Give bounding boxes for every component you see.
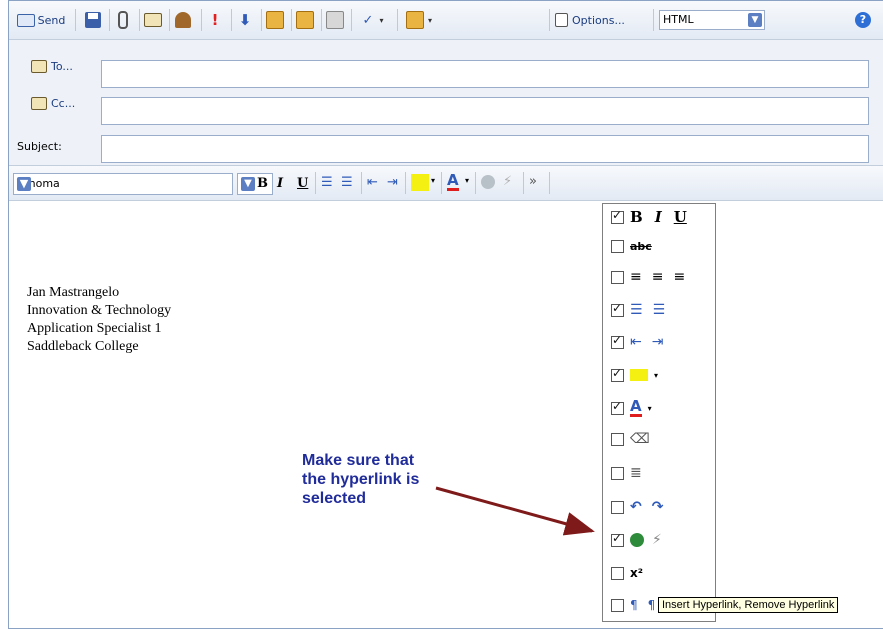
row-checkbox[interactable] bbox=[611, 432, 624, 446]
align-left-icon: ≡ bbox=[630, 269, 642, 285]
chevron-down-icon: ▾ bbox=[654, 370, 659, 380]
popup-row-style[interactable]: ≣ bbox=[611, 464, 642, 482]
remove-hyperlink-icon: ⚡ bbox=[652, 532, 662, 548]
underline-icon: U bbox=[673, 208, 687, 226]
superscript-icon: x² bbox=[630, 566, 643, 580]
popup-row-alignment[interactable]: ≡ ≡ ≡ bbox=[611, 268, 685, 286]
strikethrough-icon: abc bbox=[630, 239, 652, 253]
row-checkbox[interactable] bbox=[611, 208, 624, 224]
row-checkbox[interactable] bbox=[611, 399, 624, 415]
toolbar-customize-popup: B I U abc ≡ ≡ ≡ ☰ ☰ ⇤ ⇥ ▾ A ▾ ⌫ ≣ bbox=[602, 203, 716, 622]
row-checkbox[interactable] bbox=[611, 270, 624, 284]
numbering-icon: ☰ bbox=[652, 302, 666, 318]
decrease-indent-icon: ⇤ bbox=[630, 334, 642, 350]
row-checkbox[interactable] bbox=[611, 333, 624, 349]
highlight-icon bbox=[630, 369, 648, 381]
row-checkbox[interactable] bbox=[611, 598, 624, 612]
style-icon: ≣ bbox=[630, 465, 642, 481]
popup-row-strikethrough[interactable]: abc bbox=[611, 237, 652, 255]
row-checkbox[interactable] bbox=[611, 531, 624, 547]
chevron-down-icon: ▾ bbox=[647, 403, 652, 413]
popup-row-indent[interactable]: ⇤ ⇥ bbox=[611, 333, 663, 351]
undo-icon: ↶ bbox=[630, 499, 642, 515]
popup-row-lists[interactable]: ☰ ☰ bbox=[611, 301, 665, 319]
font-color-icon: A bbox=[630, 397, 642, 417]
row-checkbox[interactable] bbox=[611, 301, 624, 317]
popup-row-font-color[interactable]: A ▾ bbox=[611, 399, 652, 417]
popup-row-hyperlink[interactable]: ⚡ bbox=[611, 531, 662, 549]
row-checkbox[interactable] bbox=[611, 239, 624, 253]
redo-icon: ↷ bbox=[651, 499, 664, 515]
bold-icon: B bbox=[630, 208, 643, 226]
popup-row-undo-redo[interactable]: ↶ ↷ bbox=[611, 498, 663, 516]
hyperlink-icon bbox=[630, 533, 644, 547]
popup-row-clear-formatting[interactable]: ⌫ bbox=[611, 430, 650, 448]
popup-row-highlight[interactable]: ▾ bbox=[611, 366, 658, 384]
italic-icon: I bbox=[654, 208, 662, 226]
row-checkbox[interactable] bbox=[611, 500, 624, 514]
ltr-icon: ¶ bbox=[630, 598, 638, 612]
increase-indent-icon: ⇥ bbox=[651, 334, 664, 350]
bullets-icon: ☰ bbox=[630, 302, 643, 318]
popup-row-bold-italic-underline[interactable]: B I U bbox=[611, 208, 687, 226]
row-checkbox[interactable] bbox=[611, 466, 624, 480]
rtl-icon: ¶ bbox=[647, 598, 656, 612]
popup-row-superscript[interactable]: x² bbox=[611, 564, 643, 582]
popup-row-direction[interactable]: ¶ ¶ bbox=[611, 596, 655, 614]
eraser-icon: ⌫ bbox=[630, 431, 650, 447]
tooltip: Insert Hyperlink, Remove Hyperlink bbox=[658, 597, 839, 613]
row-checkbox[interactable] bbox=[611, 366, 624, 382]
align-right-icon: ≡ bbox=[673, 269, 686, 285]
annotation-arrow bbox=[435, 486, 595, 536]
row-checkbox[interactable] bbox=[611, 566, 624, 580]
align-center-icon: ≡ bbox=[651, 269, 664, 285]
